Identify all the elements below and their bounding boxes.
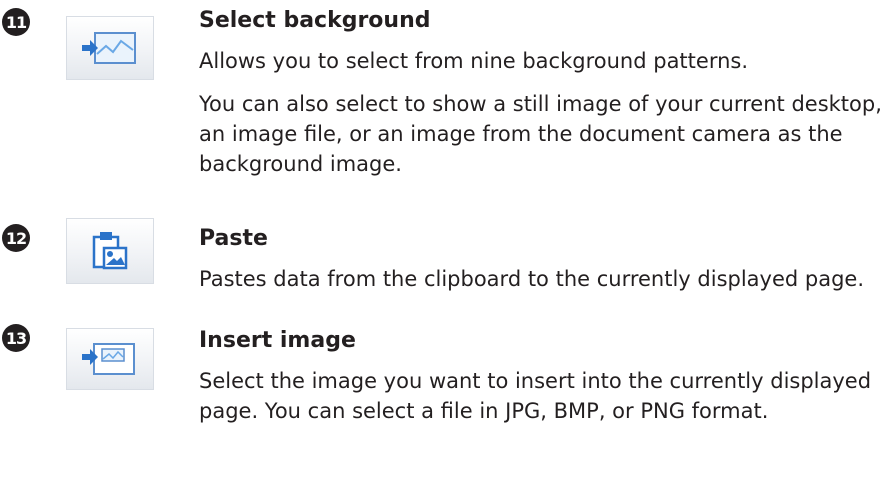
select-background-icon — [82, 32, 136, 64]
item-number-badge: 13 — [2, 324, 30, 352]
item-text: Select background Allows you to select f… — [199, 6, 889, 179]
item-number-badge: 11 — [2, 8, 30, 36]
select-background-button[interactable] — [66, 16, 154, 80]
item-title: Select background — [199, 8, 431, 33]
item-text: Paste Pastes data from the clipboard to … — [199, 224, 889, 294]
item-description: You can also select to show a still imag… — [199, 92, 882, 176]
insert-image-button[interactable] — [66, 328, 154, 390]
item-text: Insert image Select the image you want t… — [199, 326, 889, 426]
insert-image-icon — [82, 343, 135, 375]
item-description: Select the image you want to insert into… — [199, 369, 872, 423]
item-description: Pastes data from the clipboard to the cu… — [199, 267, 865, 291]
item-number-badge: 12 — [2, 224, 30, 252]
item-title: Insert image — [199, 328, 356, 353]
item-description: Allows you to select from nine backgroun… — [199, 49, 749, 73]
paste-icon — [92, 232, 128, 270]
item-title: Paste — [199, 226, 268, 251]
paste-button[interactable] — [66, 218, 154, 284]
